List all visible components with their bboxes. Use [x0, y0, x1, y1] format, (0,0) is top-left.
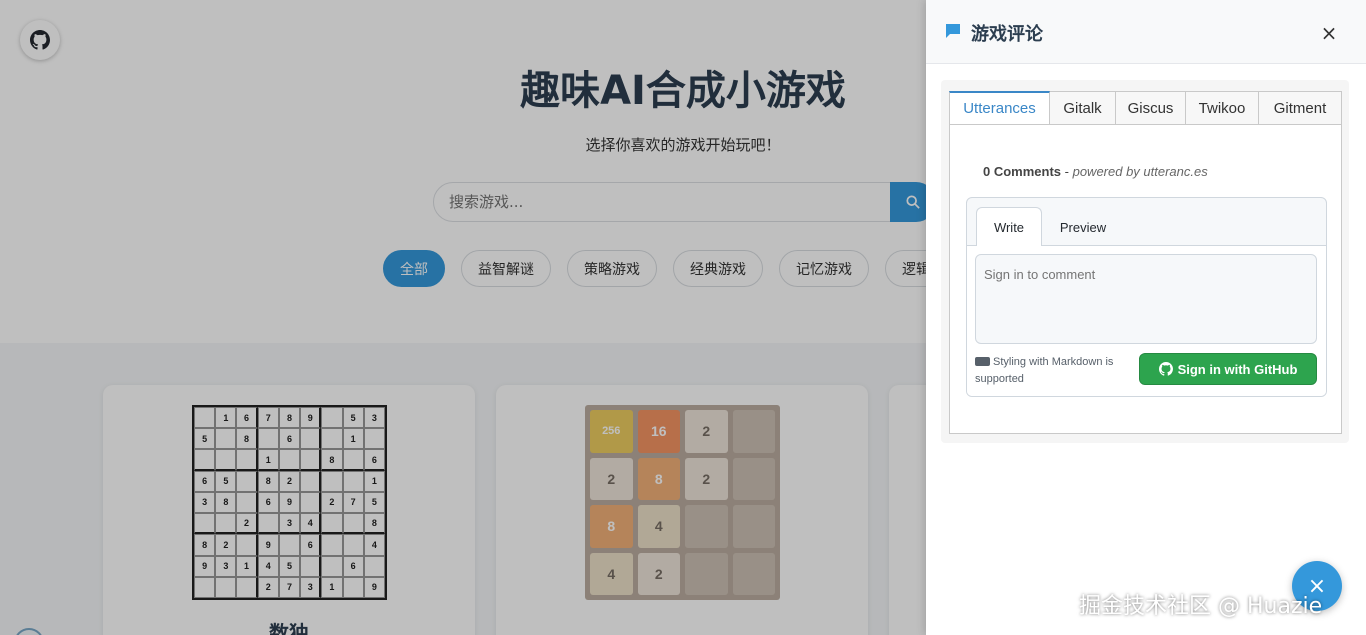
watermark: 掘金技术社区 @ Huazie [1079, 594, 1323, 619]
sign-in-github-button[interactable]: Sign in with GitHub [1139, 353, 1317, 385]
tab-gitalk[interactable]: Gitalk [1050, 91, 1116, 125]
tab-write[interactable]: Write [976, 207, 1042, 247]
panel-header: 游戏评论 × [926, 0, 1366, 64]
tab-utterances[interactable]: Utterances [949, 91, 1050, 125]
markdown-note[interactable]: Styling with Markdown is supported [975, 354, 1135, 388]
editor-body: Styling with Markdown is supported Sign … [967, 246, 1326, 396]
tab-gitment[interactable]: Gitment [1259, 91, 1342, 125]
sign-in-label: Sign in with GitHub [1177, 361, 1298, 377]
comment-editor: Write Preview Styling with Markdown is s… [966, 197, 1327, 397]
tab-preview[interactable]: Preview [1047, 207, 1119, 247]
comment-icon [945, 23, 961, 43]
tab-giscus[interactable]: Giscus [1116, 91, 1186, 125]
tab-twikoo[interactable]: Twikoo [1186, 91, 1259, 125]
comment-panel: 游戏评论 × Utterances Gitalk Giscus Twikoo G… [926, 0, 1366, 635]
modal-overlay[interactable] [0, 0, 926, 635]
panel-title: 游戏评论 [971, 24, 1043, 45]
markdown-icon [975, 356, 990, 366]
editor-tabs: Write Preview [967, 198, 1326, 247]
close-icon: × [1320, 21, 1338, 45]
comment-count: 0 Comments - powered by utteranc.es [983, 164, 1208, 179]
close-button[interactable]: × [1316, 20, 1342, 46]
powered-by-link[interactable]: powered by utteranc.es [1073, 164, 1208, 179]
comment-system-tabs: Utterances Gitalk Giscus Twikoo Gitment [949, 91, 1342, 125]
utterances-frame: 0 Comments - powered by utteranc.es Writ… [949, 124, 1342, 434]
github-icon [1158, 362, 1173, 376]
comment-textarea[interactable] [975, 254, 1317, 344]
